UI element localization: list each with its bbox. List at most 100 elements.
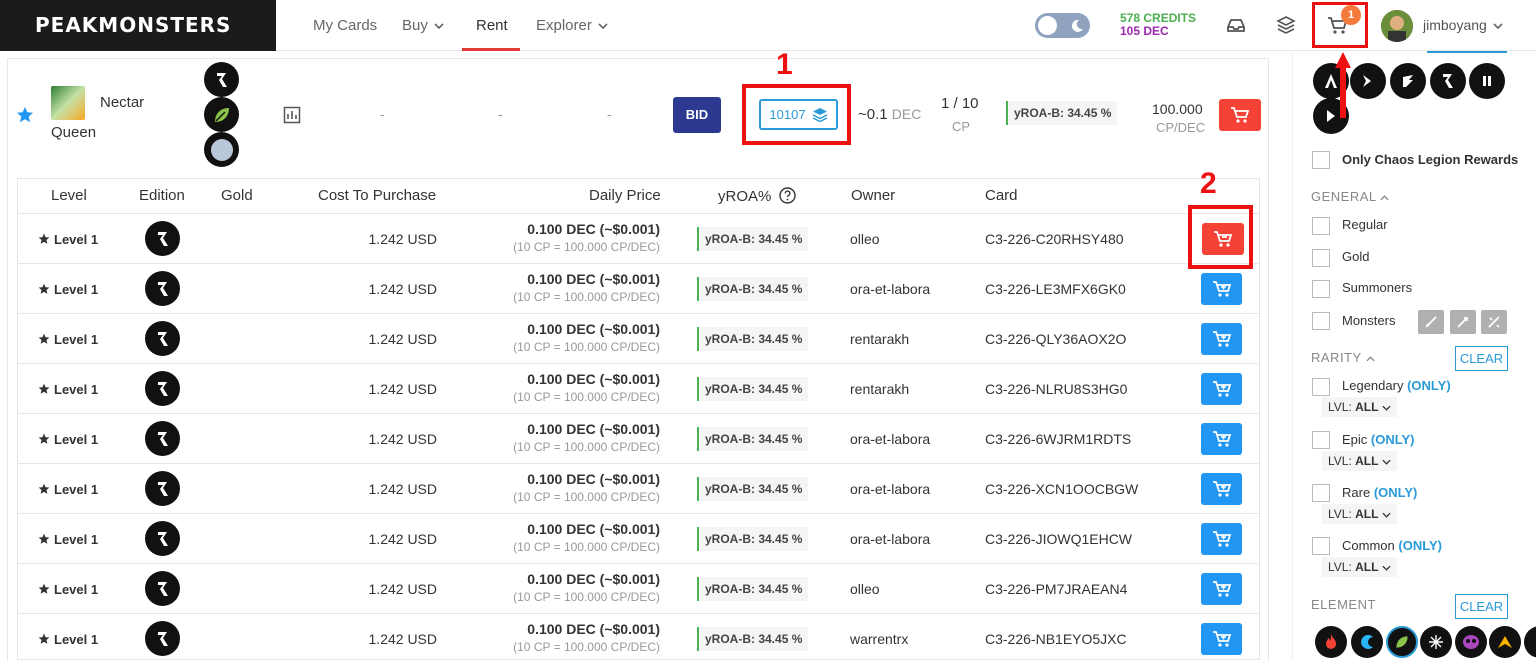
common-only-link[interactable]: (ONLY) [1398, 538, 1442, 553]
row-owner[interactable]: ora-et-labora [850, 481, 930, 497]
epic-level-select[interactable]: LVL: ALL [1322, 451, 1397, 471]
rarity-icon [204, 132, 239, 167]
monsters-checkbox[interactable] [1312, 312, 1330, 330]
bid-button[interactable]: BID [673, 97, 721, 133]
add-to-cart-button[interactable] [1201, 623, 1242, 655]
life-element-icon[interactable] [1420, 626, 1452, 658]
row-owner[interactable]: rentarakh [850, 381, 909, 397]
col-header-cost[interactable]: Cost To Purchase [318, 187, 436, 204]
edition-filter-chaos-icon[interactable] [1430, 63, 1466, 99]
nav-rent[interactable]: Rent [476, 17, 508, 34]
row-card-id[interactable]: C3-226-NB1EYO5JXC [985, 631, 1127, 647]
earth-element-filter-icon[interactable] [1386, 626, 1418, 658]
col-header-level[interactable]: Level [51, 187, 87, 204]
chevron-down-icon [598, 23, 608, 30]
regular-checkbox[interactable] [1312, 217, 1330, 235]
element-section-title[interactable]: ELEMENT [1311, 597, 1376, 612]
row-yroa-badge: yROA-B: 34.45 % [697, 577, 809, 601]
add-to-cart-button[interactable] [1201, 373, 1242, 405]
general-section-title[interactable]: GENERAL [1311, 189, 1389, 204]
col-header-gold[interactable]: Gold [221, 187, 253, 204]
summary-price: 100.000 [1152, 101, 1203, 117]
water-element-icon[interactable] [1351, 626, 1383, 658]
annotation-highlight-2 [1188, 205, 1253, 269]
rarity-clear-button[interactable]: CLEAR [1455, 346, 1508, 371]
row-card-id[interactable]: C3-226-QLY36AOX2O [985, 331, 1126, 347]
help-icon[interactable] [778, 187, 796, 204]
stats-icon[interactable] [283, 106, 301, 124]
table-row: Level 1 1.242 USD 0.100 DEC (~$0.001) (10 C… [18, 313, 1259, 363]
edition-filter-untamed-icon[interactable] [1390, 63, 1426, 99]
edition-filter-reward-icon[interactable] [1469, 63, 1505, 99]
layers-icon[interactable] [1276, 15, 1296, 35]
listing-count-button[interactable]: 10107 [759, 99, 838, 130]
nav-buy[interactable]: Buy [402, 17, 444, 34]
chaos-legion-rewards-checkbox[interactable] [1312, 151, 1330, 169]
row-card-id[interactable]: C3-226-6WJRM1RDTS [985, 431, 1131, 447]
add-to-cart-button[interactable] [1201, 523, 1242, 555]
rare-level-select[interactable]: LVL: ALL [1322, 504, 1397, 524]
common-level-select[interactable]: LVL: ALL [1322, 557, 1397, 577]
legendary-level-select[interactable]: LVL: ALL [1322, 397, 1397, 417]
row-owner[interactable]: ora-et-labora [850, 431, 930, 447]
username-label: jimboyang [1423, 17, 1487, 33]
wand-icon [1488, 316, 1500, 328]
col-header-yroa[interactable]: yROA% [718, 187, 796, 205]
legendary-checkbox[interactable] [1312, 378, 1330, 396]
add-to-cart-button[interactable] [1201, 473, 1242, 505]
add-to-cart-button[interactable] [1201, 573, 1242, 605]
ranged-filter-button[interactable] [1450, 310, 1476, 334]
row-owner[interactable]: olleo [850, 581, 880, 597]
table-row: Level 1 1.242 USD 0.100 DEC (~$0.001) (10 C… [18, 513, 1259, 563]
chevron-down-icon [1493, 23, 1503, 30]
rare-checkbox[interactable] [1312, 484, 1330, 502]
epic-checkbox[interactable] [1312, 431, 1330, 449]
inbox-icon[interactable] [1226, 15, 1246, 35]
row-daily-price: 0.100 DEC (~$0.001) [527, 571, 660, 587]
fire-element-icon[interactable] [1315, 626, 1347, 658]
rare-only-link[interactable]: (ONLY) [1374, 485, 1418, 500]
add-to-cart-button[interactable] [1201, 273, 1242, 305]
cart-add-icon [1212, 581, 1231, 597]
col-header-edition[interactable]: Edition [139, 187, 185, 204]
gold-checkbox[interactable] [1312, 249, 1330, 267]
avatar[interactable] [1381, 10, 1413, 42]
col-header-owner[interactable]: Owner [851, 187, 895, 204]
row-card-id[interactable]: C3-226-LE3MFX6GK0 [985, 281, 1126, 297]
add-all-to-cart-button[interactable] [1219, 99, 1261, 131]
row-card-id[interactable]: C3-226-JIOWQ1EHCW [985, 531, 1132, 547]
col-header-card[interactable]: Card [985, 187, 1018, 204]
col-header-daily-price[interactable]: Daily Price [589, 187, 661, 204]
epic-only-link[interactable]: (ONLY) [1371, 432, 1415, 447]
summoners-checkbox[interactable] [1312, 280, 1330, 298]
row-yroa-badge: yROA-B: 34.45 % [697, 377, 809, 401]
row-card-id[interactable]: C3-226-XCN1OOCBGW [985, 481, 1138, 497]
cart-count-badge: 1 [1341, 5, 1361, 25]
element-clear-button[interactable]: CLEAR [1455, 594, 1508, 619]
row-card-id[interactable]: C3-226-C20RHSY480 [985, 231, 1124, 247]
melee-filter-button[interactable] [1418, 310, 1444, 334]
theme-toggle[interactable] [1035, 13, 1090, 38]
row-card-id[interactable]: C3-226-PM7JRAEAN4 [985, 581, 1127, 597]
row-owner[interactable]: olleo [850, 231, 880, 247]
death-element-icon[interactable] [1455, 626, 1487, 658]
brand-logo[interactable]: PEAKMONSTERS [0, 0, 276, 51]
common-checkbox[interactable] [1312, 537, 1330, 555]
magic-filter-button[interactable] [1481, 310, 1507, 334]
card-thumbnail[interactable] [51, 86, 85, 120]
favorite-star-icon[interactable] [16, 106, 34, 124]
rarity-section-title[interactable]: RARITY [1311, 350, 1375, 365]
row-owner[interactable]: ora-et-labora [850, 281, 930, 297]
row-owner[interactable]: ora-et-labora [850, 531, 930, 547]
nav-my-cards[interactable]: My Cards [313, 17, 377, 34]
nav-explorer[interactable]: Explorer [536, 17, 608, 34]
edition-filter-beta-icon[interactable] [1350, 63, 1386, 99]
row-owner[interactable]: warrentrx [850, 631, 908, 647]
legendary-only-link[interactable]: (ONLY) [1407, 378, 1451, 393]
row-card-id[interactable]: C3-226-NLRU8S3HG0 [985, 381, 1127, 397]
username[interactable]: jimboyang [1423, 17, 1503, 33]
row-owner[interactable]: rentarakh [850, 331, 909, 347]
dragon-element-icon[interactable] [1489, 626, 1521, 658]
add-to-cart-button[interactable] [1201, 423, 1242, 455]
add-to-cart-button[interactable] [1201, 323, 1242, 355]
